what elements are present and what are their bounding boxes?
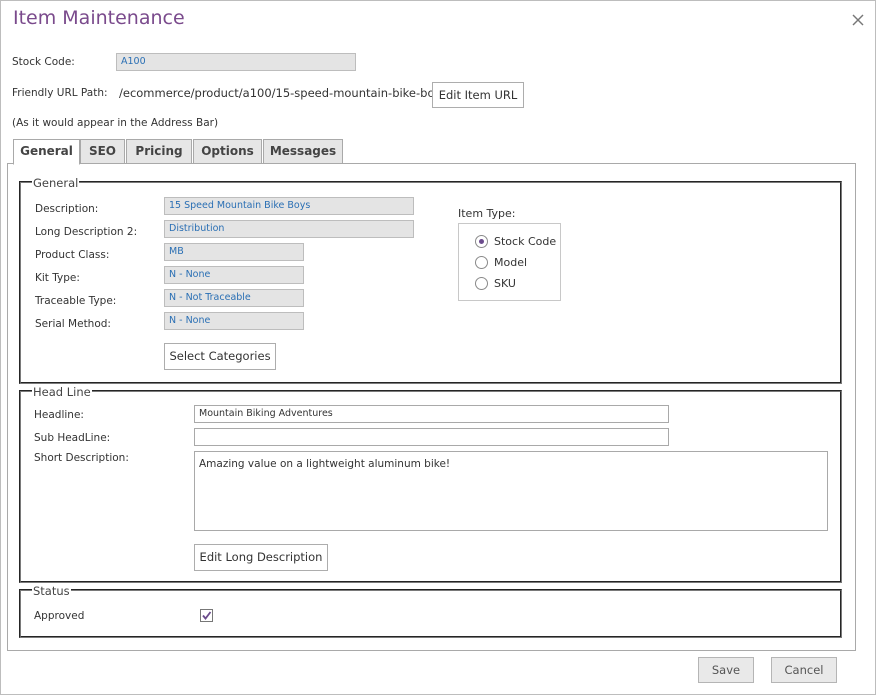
approved-label: Approved [34,610,85,622]
select-categories-button[interactable]: Select Categories [164,343,276,370]
sub-headline-input[interactable] [194,428,669,446]
stock-code-field: A100 [116,53,356,71]
short-description-textarea[interactable]: Amazing value on a lightweight aluminum … [194,451,828,531]
product-class-field: MB [164,243,304,261]
close-icon[interactable] [851,13,865,27]
headline-legend: Head Line [32,385,92,399]
cancel-button[interactable]: Cancel [771,657,837,683]
stock-code-label: Stock Code: [12,56,75,68]
address-bar-note: (As it would appear in the Address Bar) [12,117,219,129]
long-description-2-field: Distribution [164,220,414,238]
edit-long-description-button[interactable]: Edit Long Description [194,544,328,571]
tab-general[interactable]: General [13,139,80,165]
radio-selected-icon[interactable] [475,235,488,248]
general-legend: General [32,176,80,190]
description-field: 15 Speed Mountain Bike Boys [164,197,414,215]
tab-seo[interactable]: SEO [80,139,125,164]
radio-label: Model [494,256,528,269]
long-description-2-label: Long Description 2: [35,226,138,238]
general-group [19,181,842,384]
kit-type-field: N - None [164,266,304,284]
dialog-title: Item Maintenance [13,7,185,29]
sub-headline-label: Sub HeadLine: [34,432,111,444]
friendly-url-label: Friendly URL Path: [12,87,108,99]
traceable-type-label: Traceable Type: [35,295,117,307]
description-label: Description: [35,203,99,215]
headline-input[interactable]: Mountain Biking Adventures [194,405,669,423]
product-class-label: Product Class: [35,249,110,261]
item-maintenance-dialog: Item Maintenance Stock Code: A100 Friend… [0,0,876,695]
status-legend: Status [32,584,71,598]
checkmark-icon [202,611,212,620]
radio-unselected-icon[interactable] [475,277,488,290]
edit-item-url-button[interactable]: Edit Item URL [432,82,524,108]
radio-label: Stock Code [494,235,557,248]
headline-label: Headline: [34,409,84,421]
serial-method-field: N - None [164,312,304,330]
kit-type-label: Kit Type: [35,272,80,284]
tab-pricing[interactable]: Pricing [126,139,192,164]
item-type-label: Item Type: [458,207,516,220]
serial-method-label: Serial Method: [35,318,111,330]
traceable-type-field: N - Not Traceable [164,289,304,307]
short-description-label: Short Description: [34,452,129,464]
radio-label: SKU [494,277,516,290]
radio-unselected-icon[interactable] [475,256,488,269]
approved-checkbox[interactable] [200,609,213,622]
friendly-url-value: /ecommerce/product/a100/15-speed-mountai… [119,86,448,100]
status-group [19,589,842,638]
save-button[interactable]: Save [698,657,754,683]
tab-messages[interactable]: Messages [263,139,343,164]
tab-options[interactable]: Options [193,139,262,164]
